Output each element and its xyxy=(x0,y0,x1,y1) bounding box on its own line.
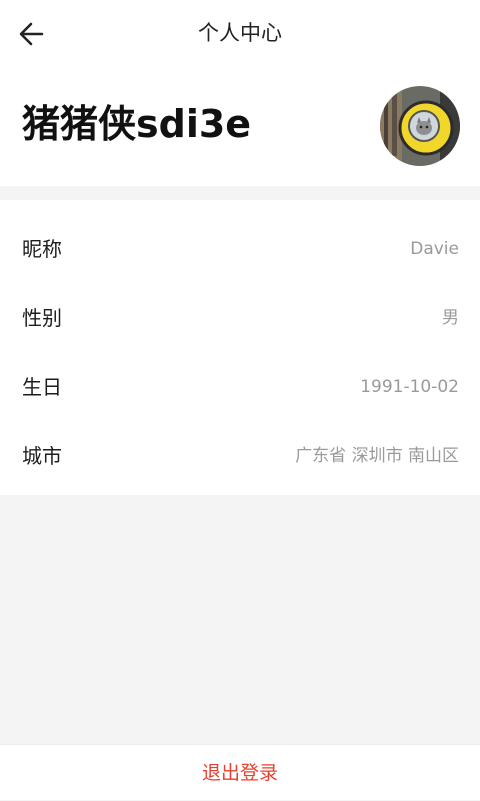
bottom-bar: 退出登录 xyxy=(0,744,480,800)
nickname-value: Davie xyxy=(410,239,459,259)
username-heading: 猪猪侠sdi3e xyxy=(22,102,252,146)
arrow-left-icon xyxy=(19,22,44,46)
profile-header-section: 个人中心 猪猪侠sdi3e xyxy=(0,0,480,186)
gender-row[interactable]: 性别 男 xyxy=(0,284,480,353)
avatar[interactable] xyxy=(380,86,460,166)
gender-value: 男 xyxy=(442,308,459,328)
profile-info-card: 昵称 Davie 性别 男 生日 1991-10-02 城市 广东省 深圳市 南… xyxy=(0,200,480,495)
avatar-image xyxy=(380,86,460,166)
birthday-label: 生日 xyxy=(22,375,62,399)
logout-button[interactable]: 退出登录 xyxy=(0,745,480,801)
back-button[interactable] xyxy=(12,14,52,54)
page-title: 个人中心 xyxy=(198,21,282,45)
nickname-label: 昵称 xyxy=(22,237,62,261)
city-value: 广东省 深圳市 南山区 xyxy=(295,446,459,466)
city-label: 城市 xyxy=(22,444,62,468)
birthday-value: 1991-10-02 xyxy=(360,377,459,397)
navigation-bar: 个人中心 xyxy=(0,0,480,66)
nickname-row[interactable]: 昵称 Davie xyxy=(0,215,480,284)
city-row[interactable]: 城市 广东省 深圳市 南山区 xyxy=(0,422,480,491)
gender-label: 性别 xyxy=(22,306,62,330)
birthday-row[interactable]: 生日 1991-10-02 xyxy=(0,353,480,422)
